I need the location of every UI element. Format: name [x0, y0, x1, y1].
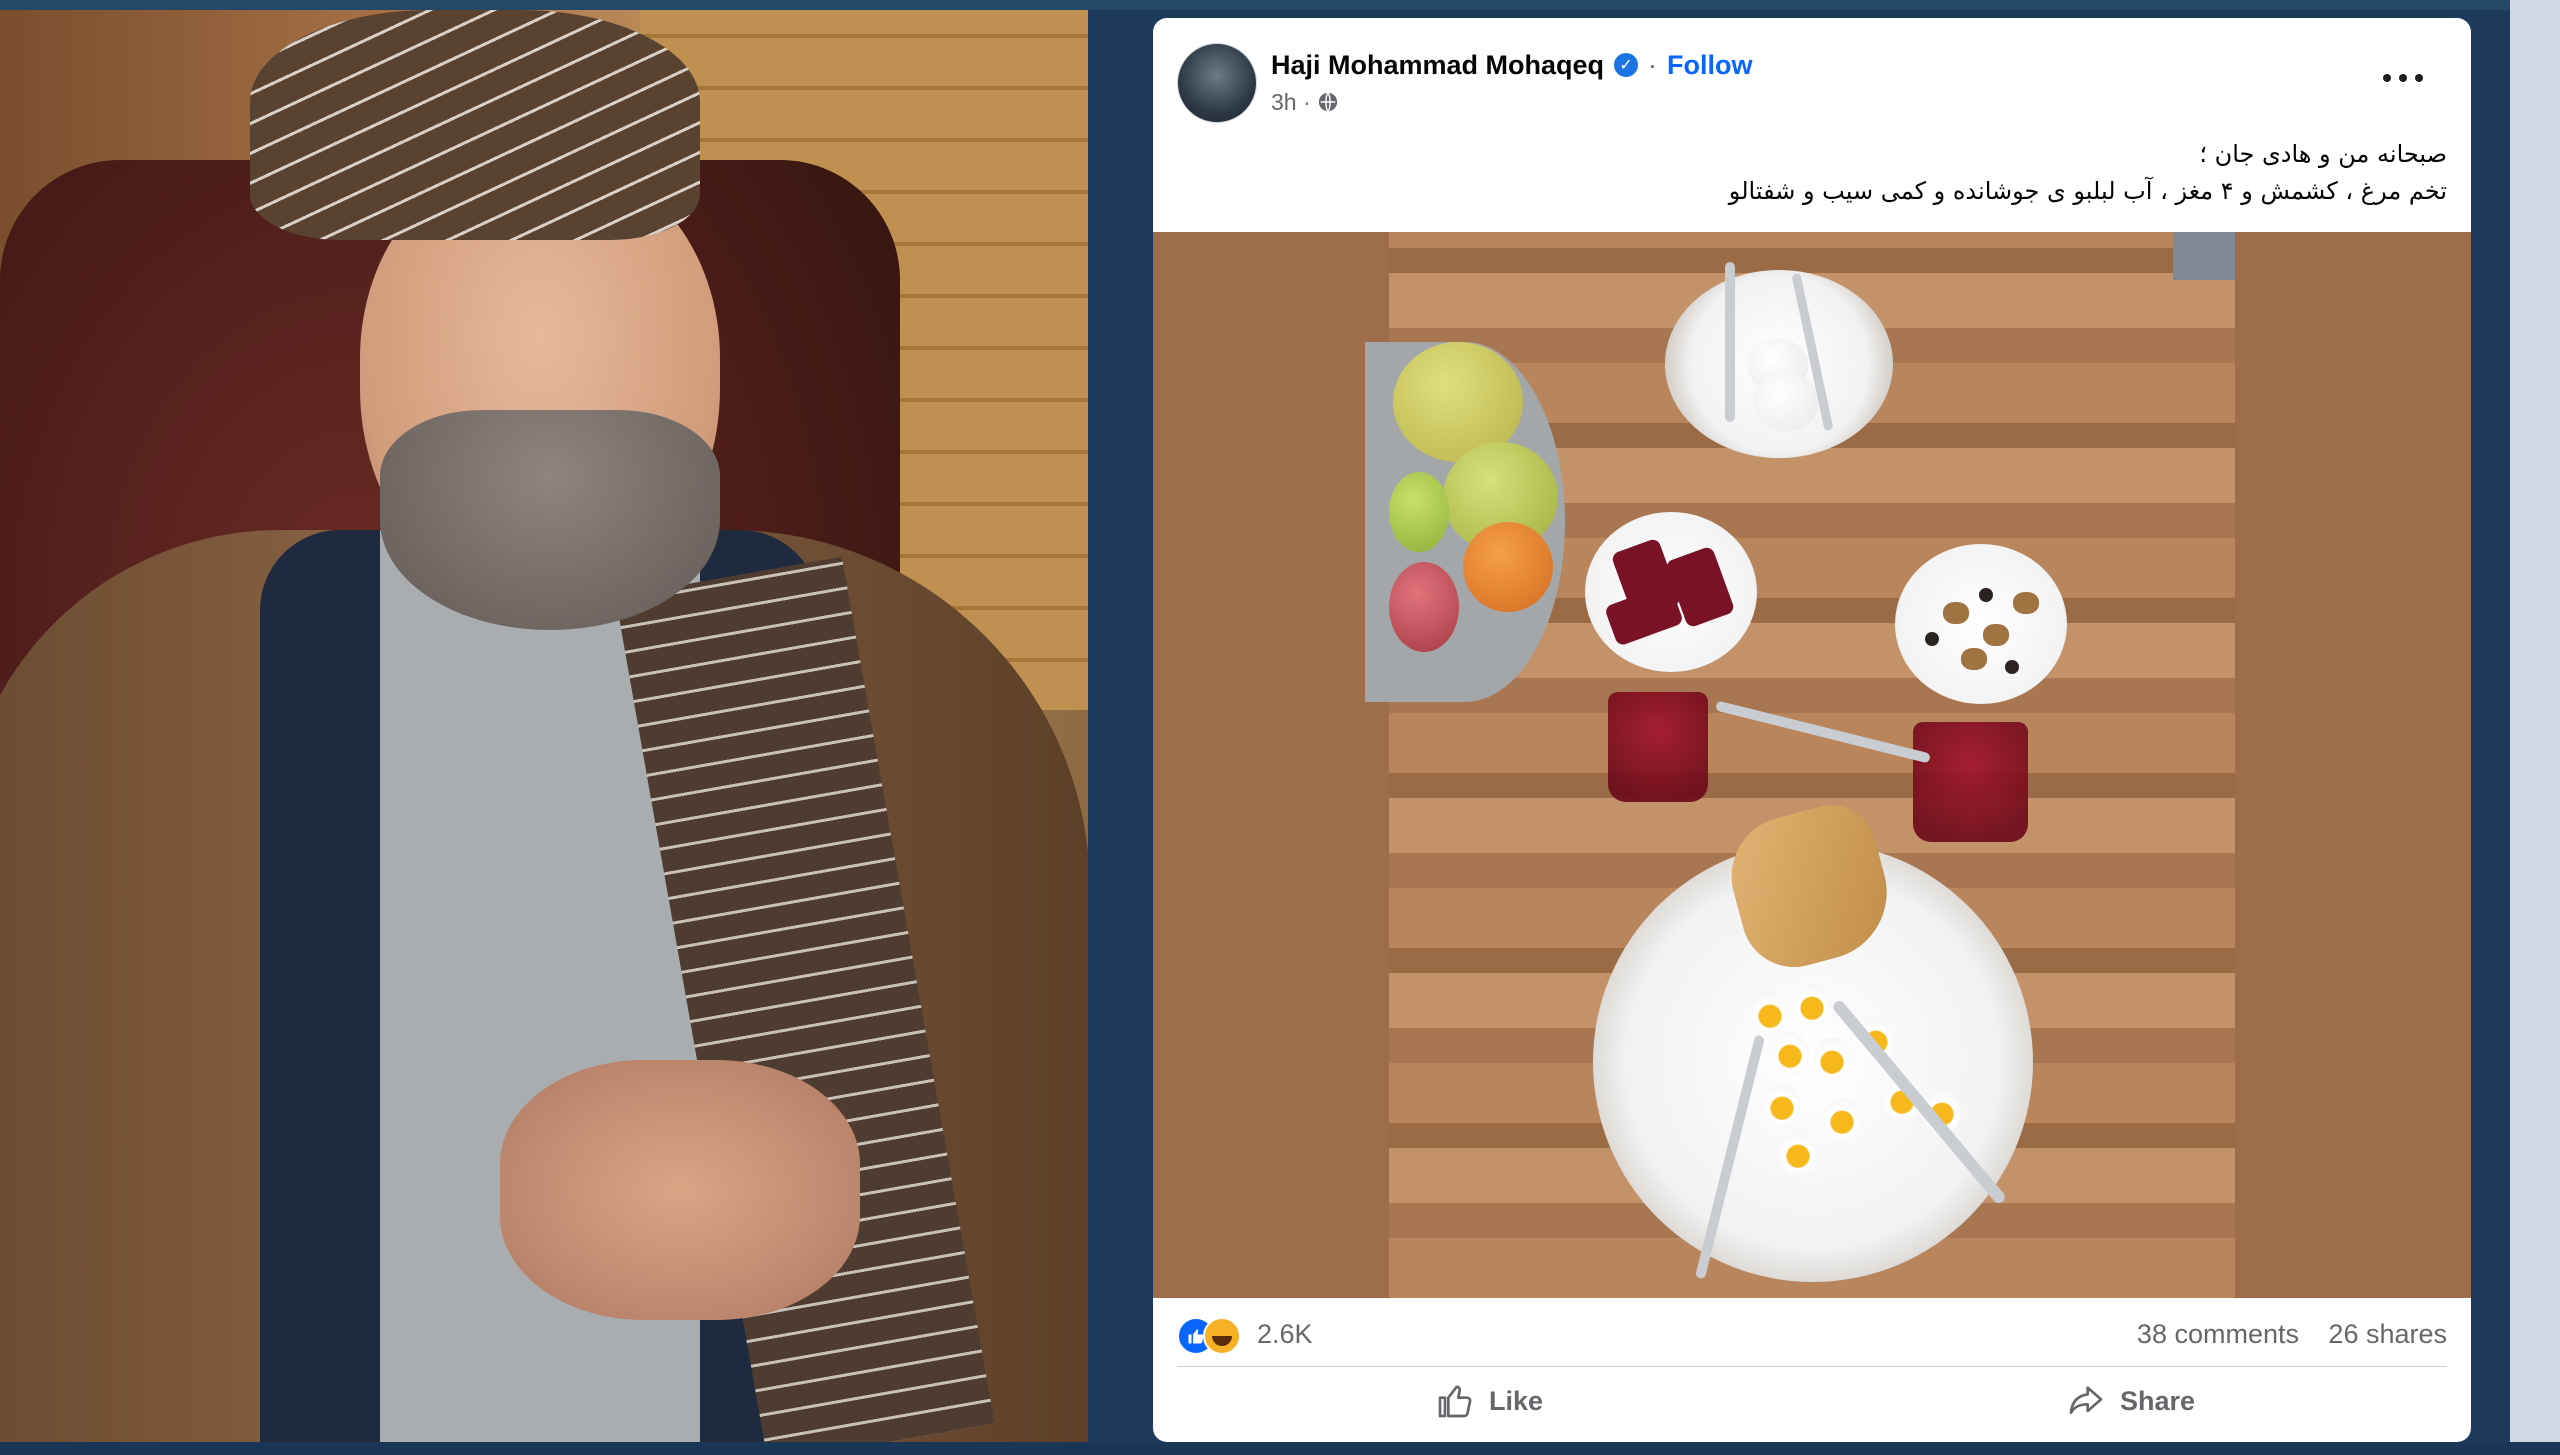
post-caption: صبحانه من و هادی جان ؛ تخم مرغ ، کشمش و …	[1247, 136, 2447, 210]
share-arrow-icon	[2069, 1386, 2103, 1414]
reaction-count[interactable]: 2.6K	[1257, 1319, 1313, 1350]
portrait-turban	[250, 10, 700, 240]
photo-peach	[1463, 522, 1553, 612]
photo-walnut	[1961, 648, 1987, 670]
share-label: Share	[2120, 1385, 2196, 1416]
share-button[interactable]: Share	[2066, 1376, 2195, 1426]
photo-egg-half	[1779, 1132, 1817, 1176]
background-bottom-strip	[0, 1442, 2560, 1455]
portrait-photo	[0, 10, 1088, 1442]
photo-egg-half	[1823, 1098, 1861, 1142]
actions-divider	[1177, 1366, 2447, 1367]
photo-walnut	[1983, 624, 2009, 646]
background-right-strip	[2510, 0, 2560, 1455]
more-options-icon[interactable]	[2383, 68, 2423, 88]
post-meta: 3h ·	[1271, 86, 1339, 118]
post-header: Haji Mohammad Mohaqeq ✓ · Follow	[1271, 46, 1753, 84]
post-timestamp[interactable]: 3h ·	[1271, 89, 1311, 116]
photo-egg-half	[1793, 984, 1831, 1028]
photo-egg-half	[1771, 1032, 1809, 1076]
more-dot	[2383, 74, 2391, 82]
comments-count[interactable]: 38 comments	[2137, 1319, 2299, 1350]
photo-nuts-bowl	[1895, 544, 2067, 704]
photo-walnut	[2013, 592, 2039, 614]
photo-peach	[1389, 562, 1459, 652]
photo-cloth	[2173, 232, 2235, 280]
caption-line: صبحانه من و هادی جان ؛	[2199, 140, 2447, 168]
more-dot	[2415, 74, 2423, 82]
photo-walnut	[1943, 602, 1969, 624]
portrait-hands	[500, 1060, 860, 1320]
photo-juice-glass	[1913, 722, 2028, 842]
more-dot	[2399, 74, 2407, 82]
author-avatar[interactable]	[1177, 43, 1257, 123]
caption-line: تخم مرغ ، کشمش و ۴ مغز ، آب لبلبو ی جوشا…	[1728, 177, 2447, 205]
author-name-link[interactable]: Haji Mohammad Mohaqeq	[1271, 50, 1604, 81]
engagement-summary: 2.6K 38 comments 26 shares	[1177, 1308, 2447, 1358]
photo-egg	[1753, 372, 1819, 432]
photo-egg-half	[1763, 1084, 1801, 1128]
facebook-post-card: Haji Mohammad Mohaqeq ✓ · Follow 3h · صب…	[1153, 18, 2471, 1442]
haha-reaction-icon[interactable]	[1203, 1317, 1241, 1355]
background-top-strip	[0, 0, 2560, 10]
thumbs-up-icon	[1438, 1385, 1472, 1418]
verified-badge-icon: ✓	[1614, 53, 1639, 77]
portrait-beard	[380, 410, 720, 630]
separator-dot: ·	[1648, 49, 1658, 80]
photo-egg-half	[1751, 992, 1789, 1036]
photo-spoon	[1725, 262, 1735, 422]
post-photo[interactable]	[1153, 232, 2471, 1298]
photo-juice-glass	[1608, 692, 1708, 802]
photo-egg-half	[1813, 1038, 1851, 1082]
photo-raisin	[2005, 660, 2019, 674]
shares-count[interactable]: 26 shares	[2328, 1319, 2447, 1350]
photo-raisin	[1979, 588, 1993, 602]
photo-apple	[1389, 472, 1449, 552]
like-button[interactable]: Like	[1435, 1376, 1543, 1426]
like-label: Like	[1489, 1385, 1544, 1416]
follow-button[interactable]: Follow	[1667, 50, 1752, 81]
globe-icon	[1318, 92, 1337, 112]
photo-raisin	[1925, 632, 1939, 646]
